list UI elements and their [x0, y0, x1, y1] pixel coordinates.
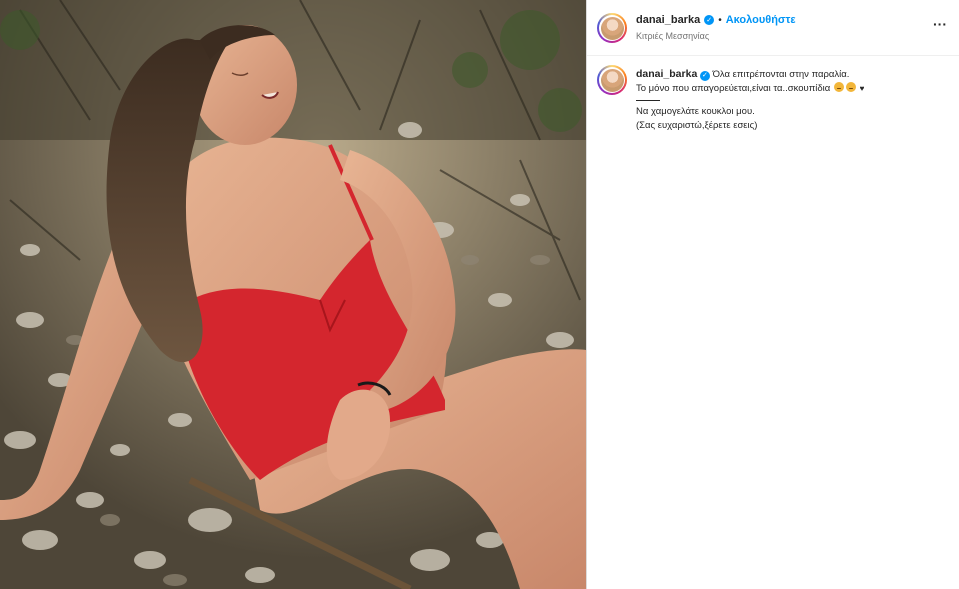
instagram-post-view: danai_barka ✓ • Ακολουθήστε Κιτριές Μεσσ… [0, 0, 959, 589]
header-username[interactable]: danai_barka [636, 14, 700, 26]
photo-illustration [0, 0, 586, 589]
caption-avatar-inner [599, 67, 625, 93]
separator-dot: • [718, 14, 722, 26]
emoji-icon [833, 81, 844, 92]
caption-text-2: Το μόνο που απαγορεύεται,είναι τα..σκουπ… [636, 82, 831, 94]
more-options-icon[interactable]: ··· [933, 17, 947, 31]
post-side-panel: danai_barka ✓ • Ακολουθήστε Κιτριές Μεσσ… [587, 0, 959, 589]
caption-line-1: danai_barka ✓ Όλα επιτρέπονται στην παρα… [636, 68, 946, 82]
avatar-inner [599, 15, 625, 41]
follow-button[interactable]: Ακολουθήστε [726, 14, 796, 26]
post-photo[interactable] [0, 0, 586, 589]
caption-text-3: Να χαμογελάτε κουκλοι μου. [636, 106, 755, 117]
caption-text-4: (Σας ευχαριστώ,ξέρετε εσεις) [636, 119, 758, 131]
heart-icon: ♥ [859, 83, 865, 93]
location-link[interactable]: Κιτριές Μεσσηνίας [636, 31, 709, 41]
caption-username[interactable]: danai_barka [636, 68, 697, 80]
post-caption: danai_barka ✓ Όλα επιτρέπονται στην παρα… [636, 68, 946, 132]
caption-profile-picture [600, 68, 624, 92]
profile-picture [600, 16, 624, 40]
avatar[interactable] [597, 13, 627, 43]
verified-badge-icon: ✓ [704, 15, 715, 25]
caption-avatar[interactable] [597, 65, 627, 95]
header-user-row: danai_barka ✓ • Ακολουθήστε [636, 14, 796, 26]
post-header: danai_barka ✓ • Ακολουθήστε Κιτριές Μεσσ… [587, 0, 959, 56]
verified-badge-icon: ✓ [699, 70, 710, 81]
caption-line-2: Το μόνο που απαγορεύεται,είναι τα..σκουπ… [636, 81, 946, 96]
emoji-icon [845, 81, 856, 92]
caption-divider [636, 100, 660, 101]
caption-text-1: Όλα επιτρέπονται στην παραλία. [712, 69, 850, 80]
